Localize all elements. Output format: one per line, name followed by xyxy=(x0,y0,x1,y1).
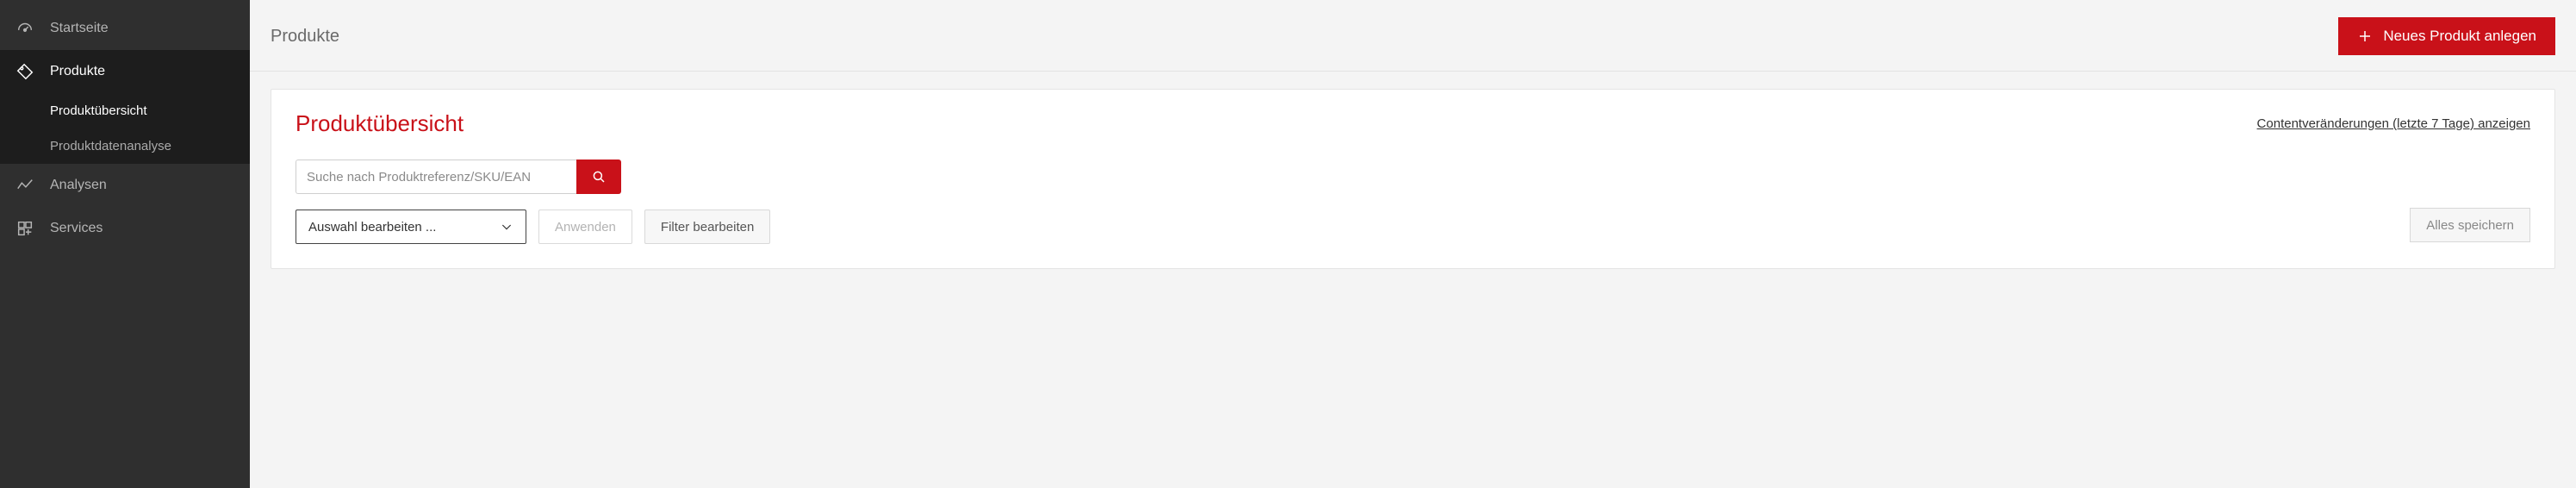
apply-button[interactable]: Anwenden xyxy=(538,210,632,244)
sidebar-item-services[interactable]: Services xyxy=(0,207,250,250)
sidebar-item-startseite[interactable]: Startseite xyxy=(0,7,250,50)
main-content: Produkte Neues Produkt anlegen Produktüb… xyxy=(250,0,2576,488)
sidebar-item-analysen[interactable]: Analysen xyxy=(0,164,250,207)
tag-icon xyxy=(16,62,34,81)
plus-icon xyxy=(2357,28,2373,44)
bulk-action-select[interactable]: Auswahl bearbeiten ... xyxy=(296,210,526,244)
edit-filter-button[interactable]: Filter bearbeiten xyxy=(644,210,770,244)
page-title: Produkte xyxy=(271,27,339,47)
sidebar-item-label: Services xyxy=(50,221,103,236)
sidebar-subitem-label: Produktübersicht xyxy=(50,103,147,118)
product-overview-panel: Produktübersicht Contentveränderungen (l… xyxy=(271,89,2555,269)
services-icon xyxy=(16,219,34,238)
action-row: Auswahl bearbeiten ... Anwenden Filter b… xyxy=(296,210,770,244)
analytics-icon xyxy=(16,176,34,195)
panel-header: Produktübersicht Contentveränderungen (l… xyxy=(296,110,2530,137)
sidebar-item-label: Analysen xyxy=(50,178,107,193)
chevron-down-icon xyxy=(500,220,513,234)
sidebar-item-label: Produkte xyxy=(50,64,105,79)
sidebar-item-produkte[interactable]: Produkte xyxy=(0,50,250,93)
content-changes-link[interactable]: Contentveränderungen (letzte 7 Tage) anz… xyxy=(2257,116,2530,131)
page-header: Produkte Neues Produkt anlegen xyxy=(250,0,2576,72)
dashboard-icon xyxy=(16,19,34,38)
search-button[interactable] xyxy=(576,160,621,194)
sidebar-item-label: Startseite xyxy=(50,21,109,36)
sidebar-submenu-produkte: Produktübersicht Produktdatenanalyse xyxy=(0,93,250,164)
sidebar-subitem-produktuebersicht[interactable]: Produktübersicht xyxy=(0,93,250,128)
bulk-action-select-label: Auswahl bearbeiten ... xyxy=(308,220,436,235)
new-product-button-label: Neues Produkt anlegen xyxy=(2383,28,2536,45)
search-icon xyxy=(591,169,607,185)
sidebar-subitem-label: Produktdatenanalyse xyxy=(50,139,171,153)
edit-filter-button-label: Filter bearbeiten xyxy=(661,220,754,235)
toolbar: Auswahl bearbeiten ... Anwenden Filter b… xyxy=(296,160,2530,244)
sidebar: Startseite Produkte Produktübersicht Pro… xyxy=(0,0,250,488)
search-row xyxy=(296,160,770,194)
new-product-button[interactable]: Neues Produkt anlegen xyxy=(2338,17,2555,55)
toolbar-left: Auswahl bearbeiten ... Anwenden Filter b… xyxy=(296,160,770,244)
apply-button-label: Anwenden xyxy=(555,220,616,235)
toolbar-right: Alles speichern xyxy=(2410,160,2530,242)
save-all-button[interactable]: Alles speichern xyxy=(2410,208,2530,242)
save-all-button-label: Alles speichern xyxy=(2426,218,2514,233)
panel-title: Produktübersicht xyxy=(296,110,464,137)
sidebar-subitem-produktdatenanalyse[interactable]: Produktdatenanalyse xyxy=(0,128,250,164)
search-input[interactable] xyxy=(296,160,576,194)
